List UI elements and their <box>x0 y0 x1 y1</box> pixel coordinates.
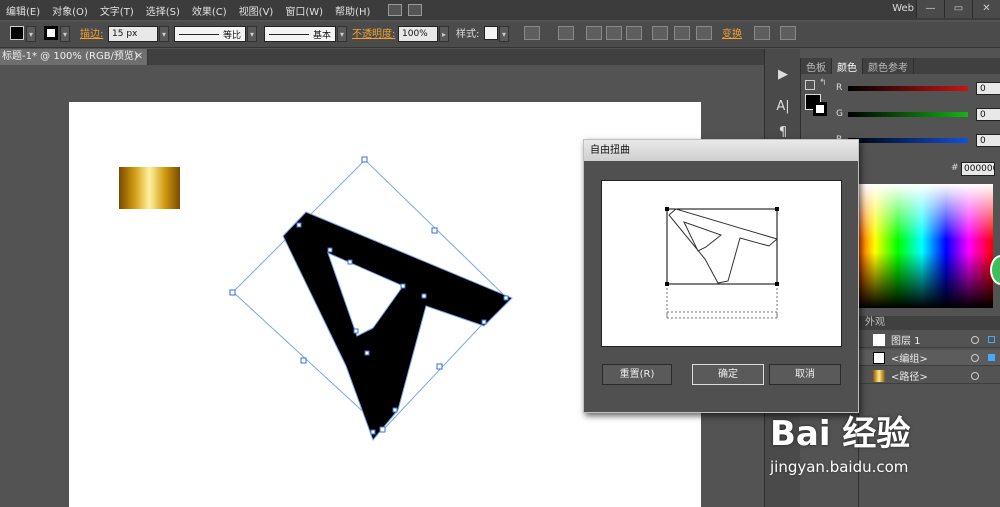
selection-square-icon[interactable] <box>988 354 995 361</box>
target-circle-icon[interactable] <box>971 335 979 344</box>
slider-b-value[interactable]: 0 <box>976 133 1000 147</box>
watermark-url: jingyan.baidu.com <box>770 458 909 476</box>
color-panel-tabs: 色板 颜色 颜色参考 <box>801 58 1000 74</box>
tab-swatches[interactable]: 色板 <box>801 58 832 74</box>
slider-b-track[interactable] <box>848 137 968 143</box>
letter-a-shape[interactable] <box>282 211 513 441</box>
slider-r-track[interactable] <box>848 85 968 91</box>
baidu-jingyan-watermark: Bai 经验 jingyan.baidu.com <box>760 400 1000 507</box>
stroke-color-box[interactable] <box>813 102 827 116</box>
slider-g-track[interactable] <box>848 111 968 117</box>
tab-appearance[interactable]: 外观 <box>859 316 1000 330</box>
slider-g[interactable]: G 0 <box>836 107 1000 121</box>
cancel-button[interactable]: 取消 <box>769 364 841 385</box>
tab-color-guide[interactable]: 颜色参考 <box>863 58 914 74</box>
layer-row[interactable]: 图层 1 <box>859 332 1000 348</box>
tab-color[interactable]: 颜色 <box>832 58 863 74</box>
preview-dashed-bounds <box>666 311 778 319</box>
slider-r[interactable]: R 0 <box>836 81 1000 95</box>
selection-square-icon[interactable] <box>988 336 995 343</box>
corner-handle-tl[interactable] <box>665 207 669 211</box>
layer-thumb <box>873 333 885 346</box>
corner-handle-tr[interactable] <box>775 207 779 211</box>
watermark-brand: Bai 经验 <box>770 414 911 454</box>
layer-label: 图层 1 <box>891 336 921 347</box>
corner-handle-bl[interactable] <box>665 282 669 286</box>
swap-colors-icon[interactable]: ↰ <box>819 78 827 88</box>
layer-label: <路径> <box>891 372 928 383</box>
slider-r-value[interactable]: 0 <box>976 81 1000 95</box>
hex-input[interactable]: 000000 <box>961 162 995 176</box>
corner-handle-br[interactable] <box>775 282 779 286</box>
default-colors-icon[interactable] <box>805 80 815 90</box>
ok-button[interactable]: 确定 <box>692 364 764 385</box>
hex-prefix: # <box>951 163 959 173</box>
play-action-icon[interactable]: ▶ <box>775 67 791 83</box>
layer-row[interactable]: <路径> <box>859 368 1000 384</box>
path-thumb <box>873 369 885 382</box>
free-distort-dialog: 自由扭曲 重置(R) 确定 取消 <box>583 139 859 413</box>
slider-g-value[interactable]: 0 <box>976 107 1000 121</box>
target-circle-icon[interactable] <box>971 353 979 362</box>
layer-row[interactable]: <编组> <box>859 350 1000 366</box>
slider-g-label: G <box>836 109 843 119</box>
layer-label: <编组> <box>891 354 928 365</box>
slider-r-label: R <box>836 83 843 93</box>
distort-preview <box>601 180 842 347</box>
color-spectrum[interactable] <box>851 184 993 308</box>
preview-letter-a <box>668 208 779 284</box>
group-thumb <box>873 351 885 364</box>
character-panel-icon[interactable]: A| <box>775 99 791 115</box>
gold-gradient-rectangle[interactable] <box>119 167 180 209</box>
slider-b[interactable]: B 0 <box>836 133 1000 147</box>
dialog-title: 自由扭曲 <box>584 140 858 161</box>
target-circle-icon[interactable] <box>971 371 979 380</box>
preview-svg <box>665 207 779 319</box>
reset-button[interactable]: 重置(R) <box>602 364 672 385</box>
